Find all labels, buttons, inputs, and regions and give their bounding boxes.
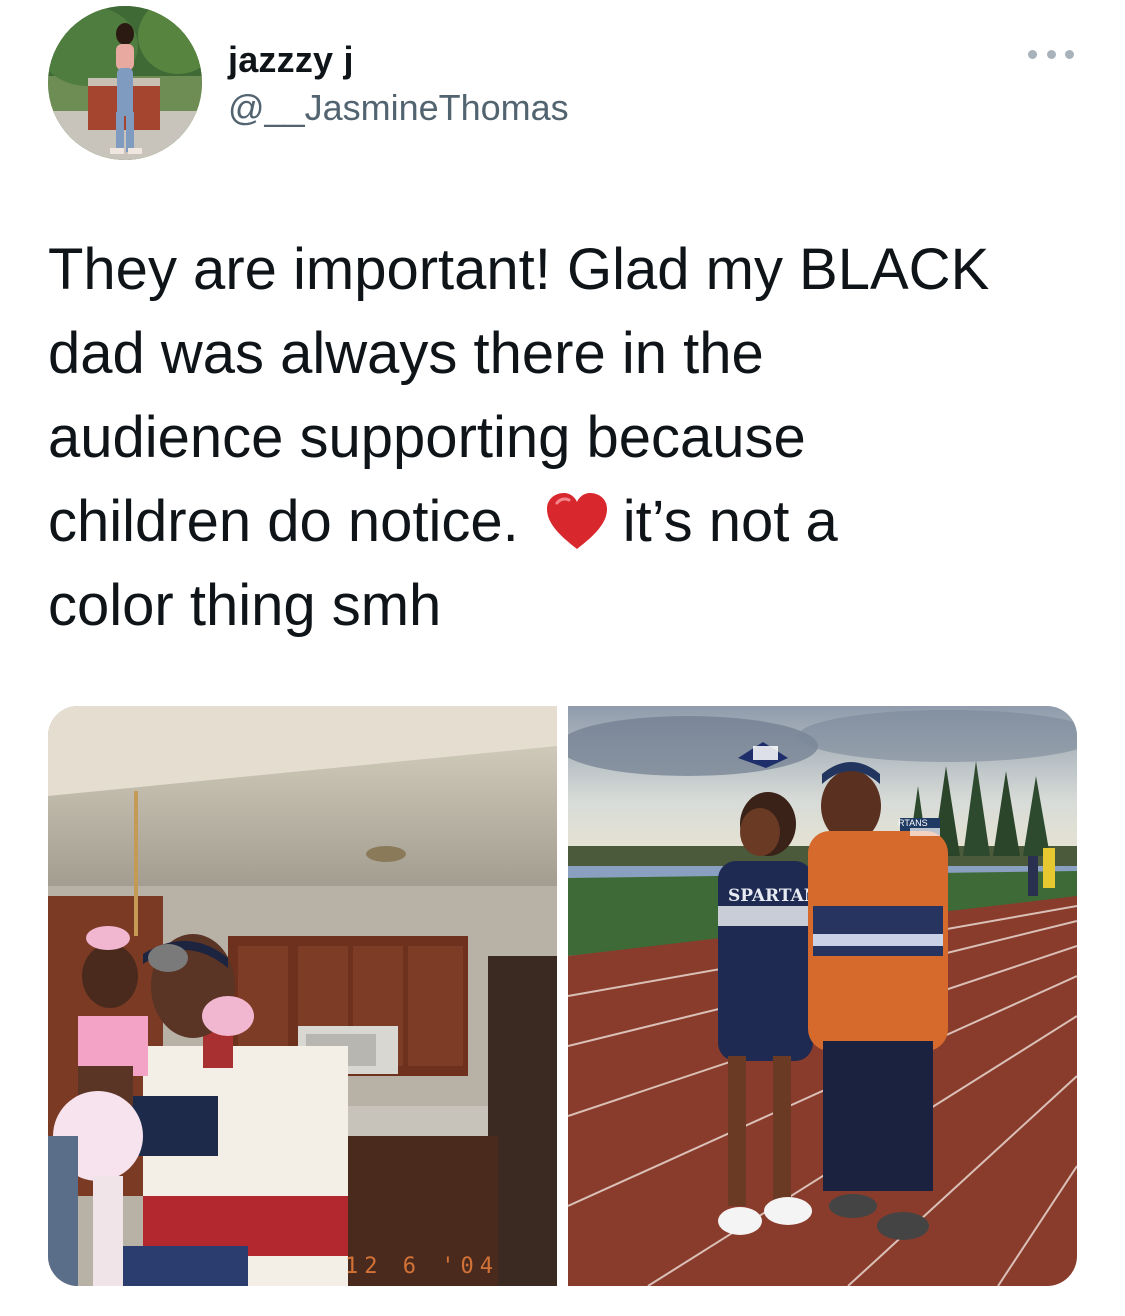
kitchen-photo-icon xyxy=(48,706,557,1286)
tweet-text-line: children do notice. it’s not a xyxy=(48,489,838,554)
red-heart-icon xyxy=(546,493,607,549)
tweet-text-line: They are important! Glad my BLACK xyxy=(48,237,990,302)
tweet-text-line: color thing smh xyxy=(48,573,442,638)
author-avatar[interactable] xyxy=(48,6,202,160)
tweet-media: 12 6 '04 SPARTAN RTANS xyxy=(48,706,1077,1286)
tweet-text-line: audience supporting because xyxy=(48,405,806,470)
more-options-icon[interactable] xyxy=(1028,44,1074,64)
tweet-text-line: dad was always there in the xyxy=(48,321,764,386)
track-field-photo-icon: SPARTAN RTANS xyxy=(568,706,1077,1286)
tweet: jazzzy j @__JasmineThomas They are impor… xyxy=(0,0,1125,1316)
photo-date-stamp: 12 6 '04 xyxy=(345,1254,499,1279)
scoreboard-text: RTANS xyxy=(898,818,928,828)
author-handle[interactable]: @__JasmineThomas xyxy=(228,84,569,132)
uniform-text: SPARTAN xyxy=(728,886,819,906)
author-info: jazzzy j @__JasmineThomas xyxy=(228,38,569,132)
avatar-photo xyxy=(48,6,202,160)
tweet-text: They are important! Glad my BLACK dad wa… xyxy=(48,228,1088,648)
author-display-name[interactable]: jazzzy j xyxy=(228,38,569,82)
photo-left[interactable]: 12 6 '04 xyxy=(48,706,557,1286)
photo-right[interactable]: SPARTAN RTANS xyxy=(568,706,1077,1286)
